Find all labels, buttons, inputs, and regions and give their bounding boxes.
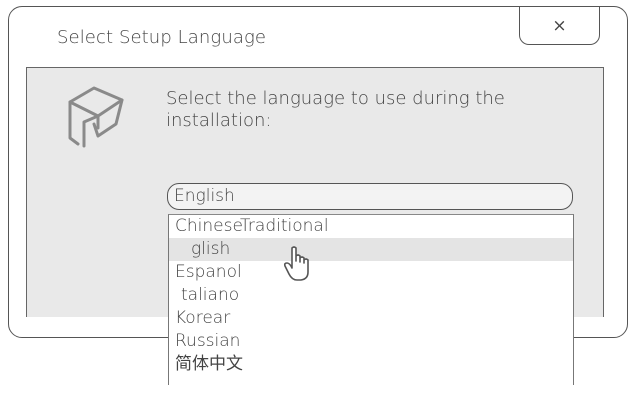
language-option[interactable]: 简体中文 <box>169 353 573 376</box>
close-icon: × <box>552 15 567 36</box>
language-option-hovered[interactable]: glish <box>169 238 573 261</box>
dialog-title: Select Setup Language <box>57 27 267 48</box>
close-button[interactable]: × <box>519 7 600 45</box>
language-option[interactable]: Espanol <box>169 261 573 284</box>
language-option[interactable]: Russian <box>169 330 573 353</box>
box-logo-icon <box>68 86 124 148</box>
hand-pointer-icon <box>283 246 309 281</box>
language-dropdown-list: ChineseTraditional glish Espanol taliano… <box>168 214 574 385</box>
language-prompt: Select the language to use during the in… <box>166 88 505 131</box>
language-select[interactable]: English <box>167 183 573 210</box>
language-option-label: glish <box>191 239 231 259</box>
language-option[interactable]: taliano <box>169 284 573 307</box>
language-option[interactable]: ChineseTraditional <box>169 215 573 238</box>
language-option[interactable]: Korear <box>169 307 573 330</box>
